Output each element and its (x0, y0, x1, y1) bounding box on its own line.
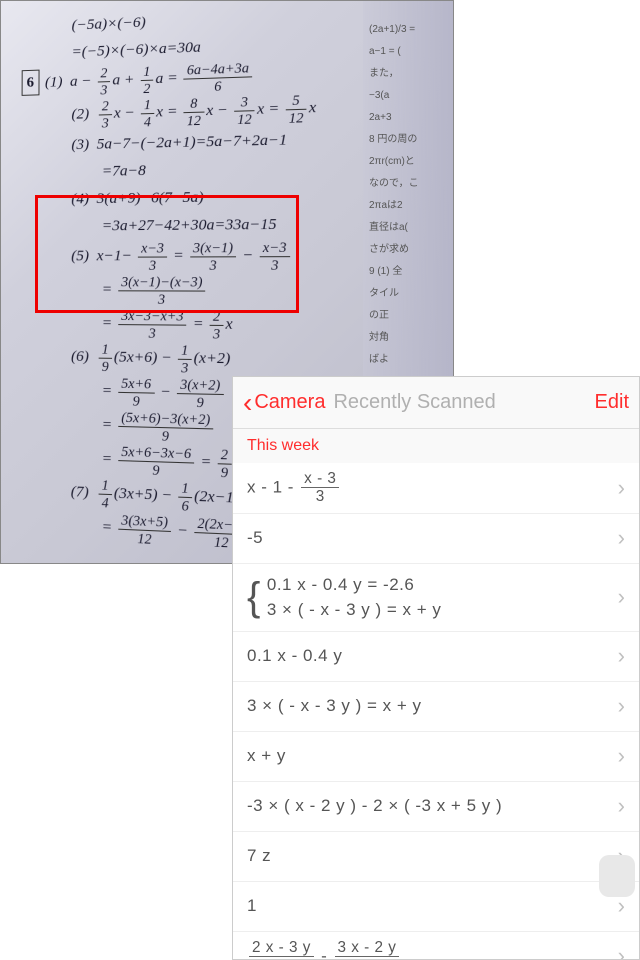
list-item-expression: 0.1 x - 0.4 y (247, 646, 618, 666)
chevron-right-icon: › (618, 643, 625, 669)
list-item-expression: {0.1 x - 0.4 y = -2.63 × ( - x - 3 y ) =… (247, 572, 618, 623)
list-item[interactable]: 3 × ( - x - 3 y ) = x + y› (233, 682, 639, 732)
list-item-expression: 2 x - 3 y5 - 3 x - 2 y4 (247, 940, 618, 959)
list-item[interactable]: 7 z› (233, 832, 639, 882)
nav-bar: ‹ Camera Recently Scanned Edit (233, 377, 639, 429)
scroll-thumb[interactable] (599, 855, 635, 897)
back-button[interactable]: Camera (254, 391, 325, 414)
list-item[interactable]: 0.1 x - 0.4 y› (233, 632, 639, 682)
list-item-expression: -5 (247, 528, 618, 548)
list-item[interactable]: -3 × ( x - 2 y ) - 2 × ( -3 x + 5 y )› (233, 782, 639, 832)
list-item[interactable]: {0.1 x - 0.4 y = -2.63 × ( - x - 3 y ) =… (233, 564, 639, 632)
list-item[interactable]: 2 x - 3 y5 - 3 x - 2 y4› (233, 932, 639, 959)
list-item-expression: x - 1 - x - 33 (247, 471, 618, 505)
app-panel: ‹ Camera Recently Scanned Edit This week… (232, 376, 640, 960)
scan-list: x - 1 - x - 33›-5›{0.1 x - 0.4 y = -2.63… (233, 463, 639, 959)
list-item-expression: -3 × ( x - 2 y ) - 2 × ( -3 x + 5 y ) (247, 796, 618, 816)
list-item[interactable]: 1› (233, 882, 639, 932)
chevron-right-icon: › (618, 793, 625, 819)
chevron-right-icon: › (618, 743, 625, 769)
list-item-expression: x + y (247, 746, 618, 766)
chevron-right-icon: › (618, 693, 625, 719)
list-item-expression: 7 z (247, 846, 618, 866)
back-chevron-icon[interactable]: ‹ (243, 387, 252, 419)
list-item-expression: 3 × ( - x - 3 y ) = x + y (247, 696, 618, 716)
list-item[interactable]: x + y› (233, 732, 639, 782)
chevron-right-icon: › (618, 584, 625, 610)
edit-button[interactable]: Edit (595, 391, 629, 414)
chevron-right-icon: › (618, 475, 625, 501)
list-item[interactable]: -5› (233, 514, 639, 564)
section-header: This week (233, 429, 639, 463)
chevron-right-icon: › (618, 525, 625, 551)
list-item-expression: 1 (247, 896, 618, 916)
chevron-right-icon: › (618, 943, 625, 959)
list-item[interactable]: x - 1 - x - 33› (233, 463, 639, 514)
nav-title: Recently Scanned (333, 391, 594, 414)
